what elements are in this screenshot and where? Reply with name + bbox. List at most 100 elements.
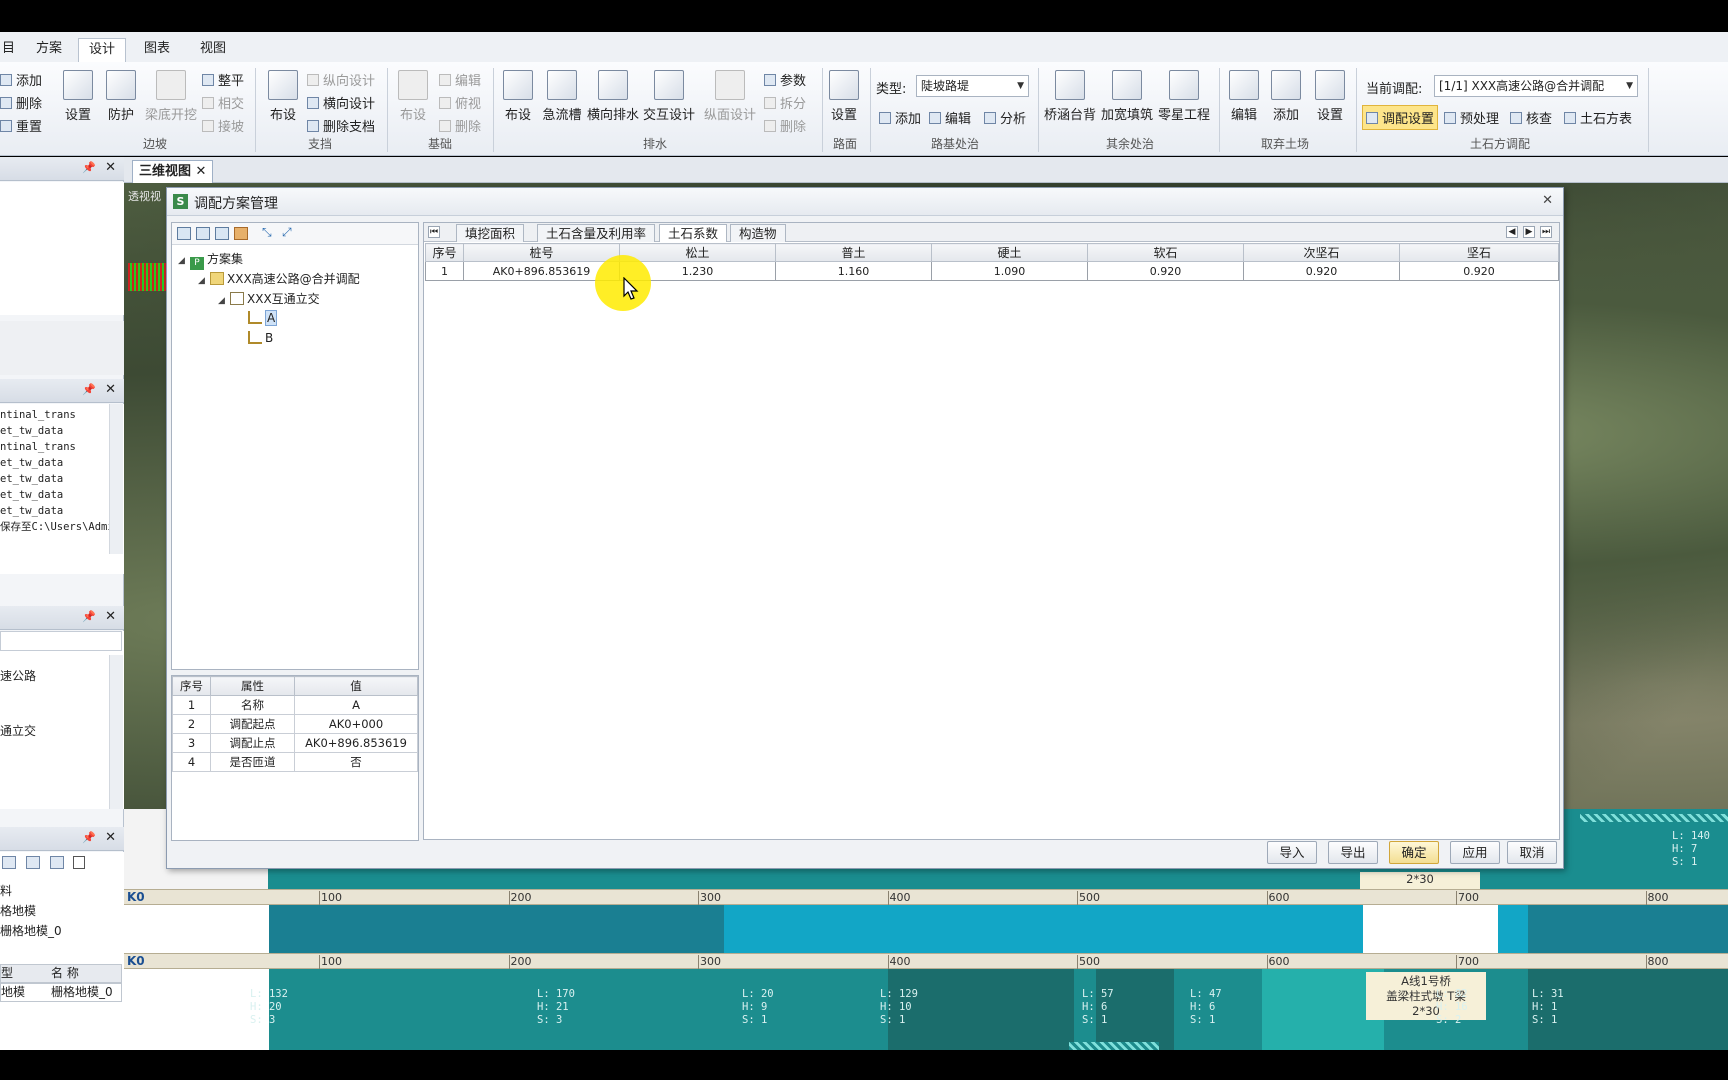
- close-icon[interactable]: ✕: [105, 830, 116, 845]
- foundation-delete-button[interactable]: 删除: [439, 116, 481, 135]
- drain-delete-button[interactable]: 删除: [764, 116, 806, 135]
- foundation-edit-button[interactable]: 编辑: [439, 70, 481, 89]
- expander-icon[interactable]: ◢: [178, 256, 188, 266]
- level-button[interactable]: 整平: [202, 70, 244, 89]
- drain-split-button[interactable]: 拆分: [764, 93, 806, 112]
- current-alloc-select[interactable]: [1/1] XXX高速公路@合并调配 ▼: [1434, 75, 1638, 97]
- tab-scheme[interactable]: 方案: [26, 38, 72, 62]
- trash-icon[interactable]: [234, 227, 248, 240]
- import-button[interactable]: 导入: [1267, 841, 1317, 864]
- tab-chart[interactable]: 图表: [134, 38, 180, 62]
- close-icon[interactable]: ✕: [196, 164, 207, 179]
- cancel-button[interactable]: 取消: [1507, 841, 1557, 864]
- tree-node-project[interactable]: ◢ XXX高速公路@合并调配: [198, 270, 360, 287]
- borrow-edit-button[interactable]: 编辑: [1226, 70, 1262, 123]
- tab-design[interactable]: 设计: [78, 38, 127, 62]
- pavement-settings-button[interactable]: 设置: [826, 70, 862, 123]
- bridge-info[interactable]: A线1号桥 盖梁柱式墩 T梁 2*30: [1366, 972, 1486, 1020]
- table-view-icon[interactable]: [196, 227, 210, 240]
- subgrade-add-button[interactable]: 添加: [879, 108, 921, 127]
- tree-line[interactable]: 通立交: [0, 722, 36, 739]
- cross-drain-button[interactable]: 横向排水: [585, 70, 641, 123]
- apply-button[interactable]: 应用: [1450, 841, 1500, 864]
- export-button[interactable]: 导出: [1328, 841, 1378, 864]
- connect-slope-button[interactable]: 接坡: [202, 116, 244, 135]
- tree-node-scheme-a[interactable]: A: [246, 310, 278, 326]
- close-icon[interactable]: ✕: [105, 160, 116, 175]
- copy-icon[interactable]: [215, 227, 229, 240]
- borrow-add-button[interactable]: 添加: [1268, 70, 1304, 123]
- pin-icon[interactable]: 📌: [82, 831, 96, 844]
- beam-excavation-button[interactable]: 梁底开挖: [142, 70, 200, 123]
- check-button[interactable]: 核查: [1510, 108, 1552, 127]
- delete-wall-button[interactable]: 删除支档: [307, 116, 375, 135]
- layer-line[interactable]: 格地模: [0, 902, 36, 919]
- profile-segment[interactable]: [1498, 905, 1528, 953]
- next-tab-icon[interactable]: ▶: [1523, 226, 1535, 238]
- subgrade-edit-button[interactable]: 编辑: [929, 108, 971, 127]
- tree-line[interactable]: 速公路: [0, 667, 36, 684]
- earthwork-table-button[interactable]: 土石方表: [1564, 108, 1632, 127]
- long-face-design-button[interactable]: 纵面设计: [702, 70, 758, 123]
- culvert-back-button[interactable]: 桥涵台背: [1042, 70, 1098, 123]
- slope-delete-button[interactable]: 删除: [0, 93, 42, 112]
- pin-icon[interactable]: 📌: [82, 383, 96, 396]
- export-icon[interactable]: [49, 856, 64, 869]
- table-row[interactable]: 2 调配起点 AK0+000: [172, 714, 418, 734]
- widen-fill-button[interactable]: 加宽填筑: [1099, 70, 1155, 123]
- preprocess-button[interactable]: 预处理: [1444, 108, 1499, 127]
- profile-segment[interactable]: [724, 905, 1363, 953]
- import-icon[interactable]: [25, 856, 40, 869]
- layer-line[interactable]: 栅格地模_0: [0, 922, 62, 939]
- close-icon[interactable]: ✕: [105, 382, 116, 397]
- profile-segment[interactable]: [269, 905, 724, 953]
- long-design-button[interactable]: 纵向设计: [307, 70, 375, 89]
- drain-params-button[interactable]: 参数: [764, 70, 806, 89]
- trash-icon[interactable]: [73, 856, 86, 869]
- pin-icon[interactable]: 📌: [82, 610, 96, 623]
- table-row[interactable]: 4 是否匝道否: [172, 752, 418, 772]
- tree-node-scheme-b[interactable]: B: [246, 331, 273, 345]
- trans-design-button[interactable]: 横向设计: [307, 93, 375, 112]
- list-row[interactable]: 地模 栅格地模_0: [0, 983, 122, 1002]
- tab-fill-cut-area[interactable]: 填挖面积: [456, 224, 525, 242]
- close-icon[interactable]: ✕: [105, 609, 116, 624]
- alloc-settings-button[interactable]: 调配设置: [1362, 105, 1439, 130]
- layer-line[interactable]: 料: [0, 882, 12, 899]
- last-tab-icon[interactable]: ⏭: [1540, 226, 1552, 238]
- foundation-layout-button[interactable]: 布设: [395, 70, 431, 123]
- tab-earth-content[interactable]: 土石含量及利用率: [537, 224, 656, 242]
- doc-tab-3d-view[interactable]: 三维视图 ✕: [132, 160, 214, 183]
- intersect-button[interactable]: 相交: [202, 93, 244, 112]
- new-scheme-icon[interactable]: [177, 227, 191, 240]
- profile-segment[interactable]: [1528, 905, 1728, 953]
- collapse-all-icon[interactable]: ⤡: [262, 225, 276, 239]
- log-scrollbar[interactable]: [109, 404, 123, 554]
- tab-structures[interactable]: 构造物: [730, 224, 786, 242]
- slope-settings-button[interactable]: 设置: [60, 70, 96, 123]
- table-row[interactable]: 1 名称 A: [172, 695, 418, 715]
- subgrade-type-select[interactable]: 陡坡路堤 ▼: [916, 75, 1029, 97]
- slope-add-button[interactable]: 添加: [0, 70, 42, 89]
- slope-reset-button[interactable]: 重置: [0, 116, 42, 135]
- chute-button[interactable]: 急流槽: [539, 70, 585, 123]
- tree-node-root[interactable]: ◢ P 方案集: [178, 250, 243, 270]
- expander-icon[interactable]: ◢: [198, 276, 208, 286]
- support-layout-button[interactable]: 布设: [265, 70, 301, 123]
- slope-protect-button[interactable]: 防护: [103, 70, 139, 123]
- tab-view[interactable]: 视图: [190, 38, 236, 62]
- dialog-close-icon[interactable]: ✕: [1542, 193, 1553, 208]
- expand-all-icon[interactable]: ⤢: [282, 225, 296, 239]
- tree-node-interchange[interactable]: ◢ XXX互通立交: [218, 290, 320, 307]
- tab-project[interactable]: 目: [0, 38, 25, 62]
- table-row[interactable]: 3 调配止点 AK0+896.853619: [172, 733, 418, 753]
- drainage-layout-button[interactable]: 布设: [500, 70, 536, 123]
- first-tab-icon[interactable]: ⏮: [428, 226, 440, 238]
- tree-search-input[interactable]: [0, 631, 122, 651]
- misc-works-button[interactable]: 零星工程: [1156, 70, 1212, 123]
- prev-tab-icon[interactable]: ◀: [1506, 226, 1518, 238]
- interactive-design-button[interactable]: 交互设计: [641, 70, 697, 123]
- borrow-settings-button[interactable]: 设置: [1312, 70, 1348, 123]
- pin-icon[interactable]: 📌: [82, 161, 96, 174]
- subgrade-analyze-button[interactable]: 分析: [984, 108, 1026, 127]
